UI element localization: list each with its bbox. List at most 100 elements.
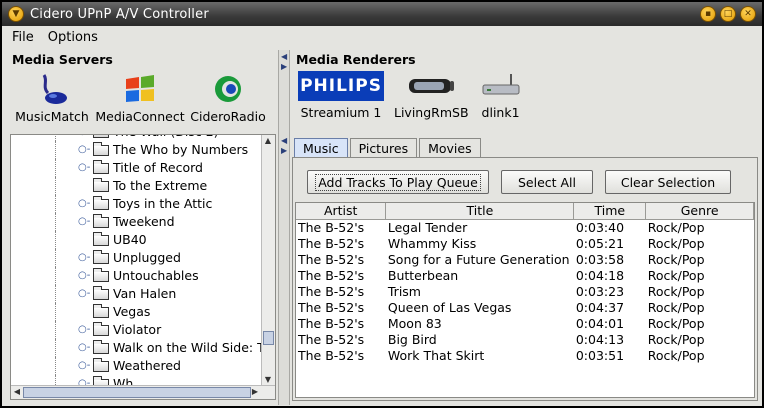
- tree-horizontal-scrollbar[interactable]: ◀ ▶: [11, 385, 275, 399]
- tree-item-label: Title of Record: [113, 160, 203, 175]
- table-row[interactable]: The B-52's Song for a Future Generation 0:…: [296, 251, 754, 267]
- table-row[interactable]: The B-52's Queen of Las Vegas 0:04:37 Rock/…: [296, 299, 754, 315]
- tree-item-label: To the Extreme: [113, 178, 208, 193]
- table-cell-genre: Rock/Pop: [647, 315, 705, 331]
- tree-item-label: Violator: [113, 322, 162, 337]
- scroll-right-icon[interactable]: ▶: [249, 387, 261, 396]
- splitter-left-icon[interactable]: ◀: [281, 52, 287, 61]
- table-row[interactable]: The B-52's Whammy Kiss 0:05:21 Rock/Pop: [296, 235, 754, 251]
- scroll-up-icon[interactable]: ▲: [262, 136, 274, 145]
- table-cell-time: 0:03:51: [575, 347, 625, 363]
- add-tracks-label: Add Tracks To Play Queue: [315, 174, 481, 191]
- column-header-genre[interactable]: Genre: [645, 203, 754, 220]
- scroll-thumb[interactable]: [263, 331, 274, 345]
- table-cell-title: Whammy Kiss: [387, 235, 477, 251]
- panel-splitter[interactable]: ◀ ▶ ◀ ▶: [278, 50, 290, 405]
- tree-guide-line: [55, 285, 56, 303]
- table-cell-title: Trism: [387, 283, 421, 299]
- expand-toggle-icon[interactable]: ○-: [78, 285, 90, 303]
- select-all-button[interactable]: Select All: [501, 170, 593, 194]
- tree-guide-line: [55, 321, 56, 339]
- add-tracks-button[interactable]: Add Tracks To Play Queue: [307, 170, 489, 194]
- table-cell-time: 0:04:01: [575, 315, 625, 331]
- folder-icon: [93, 322, 109, 336]
- media-tabs: Music Pictures Movies: [294, 138, 483, 158]
- tree-item-label: UB40: [113, 232, 147, 247]
- media-servers-title: Media Servers: [12, 52, 113, 67]
- tab-pictures[interactable]: Pictures: [349, 138, 418, 158]
- renderer-dlink1[interactable]: dlink1: [479, 71, 523, 120]
- renderer-streamium[interactable]: PHILIPS Streamium 1: [298, 71, 384, 120]
- tracks-table[interactable]: Artist Title Time Genre The B-52's Legal …: [295, 202, 755, 398]
- tree-item-label: Unplugged: [113, 250, 181, 265]
- tree-guide-line: [55, 303, 56, 321]
- splitter-right-icon[interactable]: ▶: [281, 62, 287, 71]
- server-ciderora[interactable]: CideroRadio: [188, 69, 268, 124]
- scroll-left-icon[interactable]: ◀: [11, 387, 23, 396]
- expand-toggle-icon[interactable]: ○-: [78, 159, 90, 177]
- tree-item-label: Walk on the Wild Side: T: [113, 340, 265, 355]
- scroll-down-icon[interactable]: ▼: [262, 375, 274, 384]
- splitter-left-icon[interactable]: ◀: [281, 136, 287, 145]
- column-header-artist[interactable]: Artist: [296, 203, 387, 220]
- folder-icon: [93, 340, 109, 354]
- folder-icon: [93, 286, 109, 300]
- philips-logo: PHILIPS: [298, 71, 384, 101]
- expand-toggle-icon[interactable]: ○-: [78, 267, 90, 285]
- tree-item-label: Vegas: [113, 304, 151, 319]
- tree-item-label: The Who by Numbers: [113, 142, 249, 157]
- clear-selection-button[interactable]: Clear Selection: [605, 170, 731, 194]
- window-title: Cidero UPnP A/V Controller: [30, 6, 209, 22]
- expand-toggle-icon[interactable]: ○-: [78, 213, 90, 231]
- expand-toggle-icon[interactable]: ○-: [78, 321, 90, 339]
- expand-toggle-icon[interactable]: ○-: [78, 135, 90, 141]
- scroll-thumb[interactable]: [23, 387, 251, 398]
- tree-guide-line: [55, 135, 56, 141]
- table-row[interactable]: The B-52's Big Bird 0:04:13 Rock/Pop: [296, 331, 754, 347]
- splitter-right-icon[interactable]: ▶: [281, 146, 287, 155]
- table-cell-genre: Rock/Pop: [647, 251, 705, 267]
- title-bar[interactable]: ▼ Cidero UPnP A/V Controller ▪ □ ✕: [2, 2, 762, 26]
- album-tree[interactable]: ○- The Wall (Disc 2) ○- The Who by Numbers ○…: [10, 134, 276, 400]
- renderer-label: Streamium 1: [300, 105, 382, 120]
- minimize-icon[interactable]: ▪: [700, 6, 716, 22]
- tab-movies[interactable]: Movies: [419, 138, 481, 158]
- folder-icon: [93, 178, 109, 192]
- expand-toggle-icon[interactable]: ○-: [78, 249, 90, 267]
- table-cell-time: 0:03:58: [575, 251, 625, 267]
- menu-options[interactable]: Options: [48, 30, 98, 45]
- media-renderers-panel: Media Renderers PHILIPS Streamium 1 Livi…: [292, 50, 760, 130]
- menu-file[interactable]: File: [12, 30, 34, 45]
- table-row[interactable]: The B-52's Work That Skirt 0:03:51 Rock/Pop: [296, 347, 754, 363]
- table-cell-genre: Rock/Pop: [647, 331, 705, 347]
- table-row[interactable]: The B-52's Moon 83 0:04:01 Rock/Pop: [296, 315, 754, 331]
- renderer-livingrmsb[interactable]: LivingRmSB: [394, 71, 469, 120]
- tab-music[interactable]: Music: [294, 138, 348, 158]
- table-cell-title: Big Bird: [387, 331, 437, 347]
- router-icon: [482, 74, 520, 95]
- app-menu-icon[interactable]: ▼: [8, 6, 24, 22]
- squeezebox-icon: [409, 79, 455, 93]
- table-cell-title: Song for a Future Generation: [387, 251, 570, 267]
- server-musicmatch[interactable]: MusicMatch: [12, 69, 92, 124]
- cidero-icon: [215, 76, 241, 102]
- expand-toggle-icon[interactable]: ○-: [78, 339, 90, 357]
- maximize-icon[interactable]: □: [720, 6, 736, 22]
- expand-toggle-icon[interactable]: ○-: [78, 195, 90, 213]
- expand-toggle-icon[interactable]: ○-: [78, 357, 90, 375]
- column-header-time[interactable]: Time: [573, 203, 647, 220]
- table-row[interactable]: The B-52's Butterbean 0:04:18 Rock/Pop: [296, 267, 754, 283]
- close-icon[interactable]: ✕: [740, 6, 756, 22]
- table-cell-title: Butterbean: [387, 267, 459, 283]
- windows-flag-icon: [126, 75, 154, 102]
- table-row[interactable]: The B-52's Legal Tender 0:03:40 Rock/Pop: [296, 219, 754, 235]
- tree-guide-line: [55, 249, 56, 267]
- tree-vertical-scrollbar[interactable]: ▲ ▼: [261, 135, 275, 385]
- tree-guide-line: [55, 357, 56, 375]
- expand-toggle-icon[interactable]: ○-: [78, 141, 90, 159]
- table-row[interactable]: The B-52's Trism 0:03:23 Rock/Pop: [296, 283, 754, 299]
- media-renderers-title: Media Renderers: [296, 52, 416, 67]
- table-cell-time: 0:04:37: [575, 299, 625, 315]
- server-mediaconnect[interactable]: MediaConnect: [95, 69, 185, 124]
- column-header-title[interactable]: Title: [385, 203, 575, 220]
